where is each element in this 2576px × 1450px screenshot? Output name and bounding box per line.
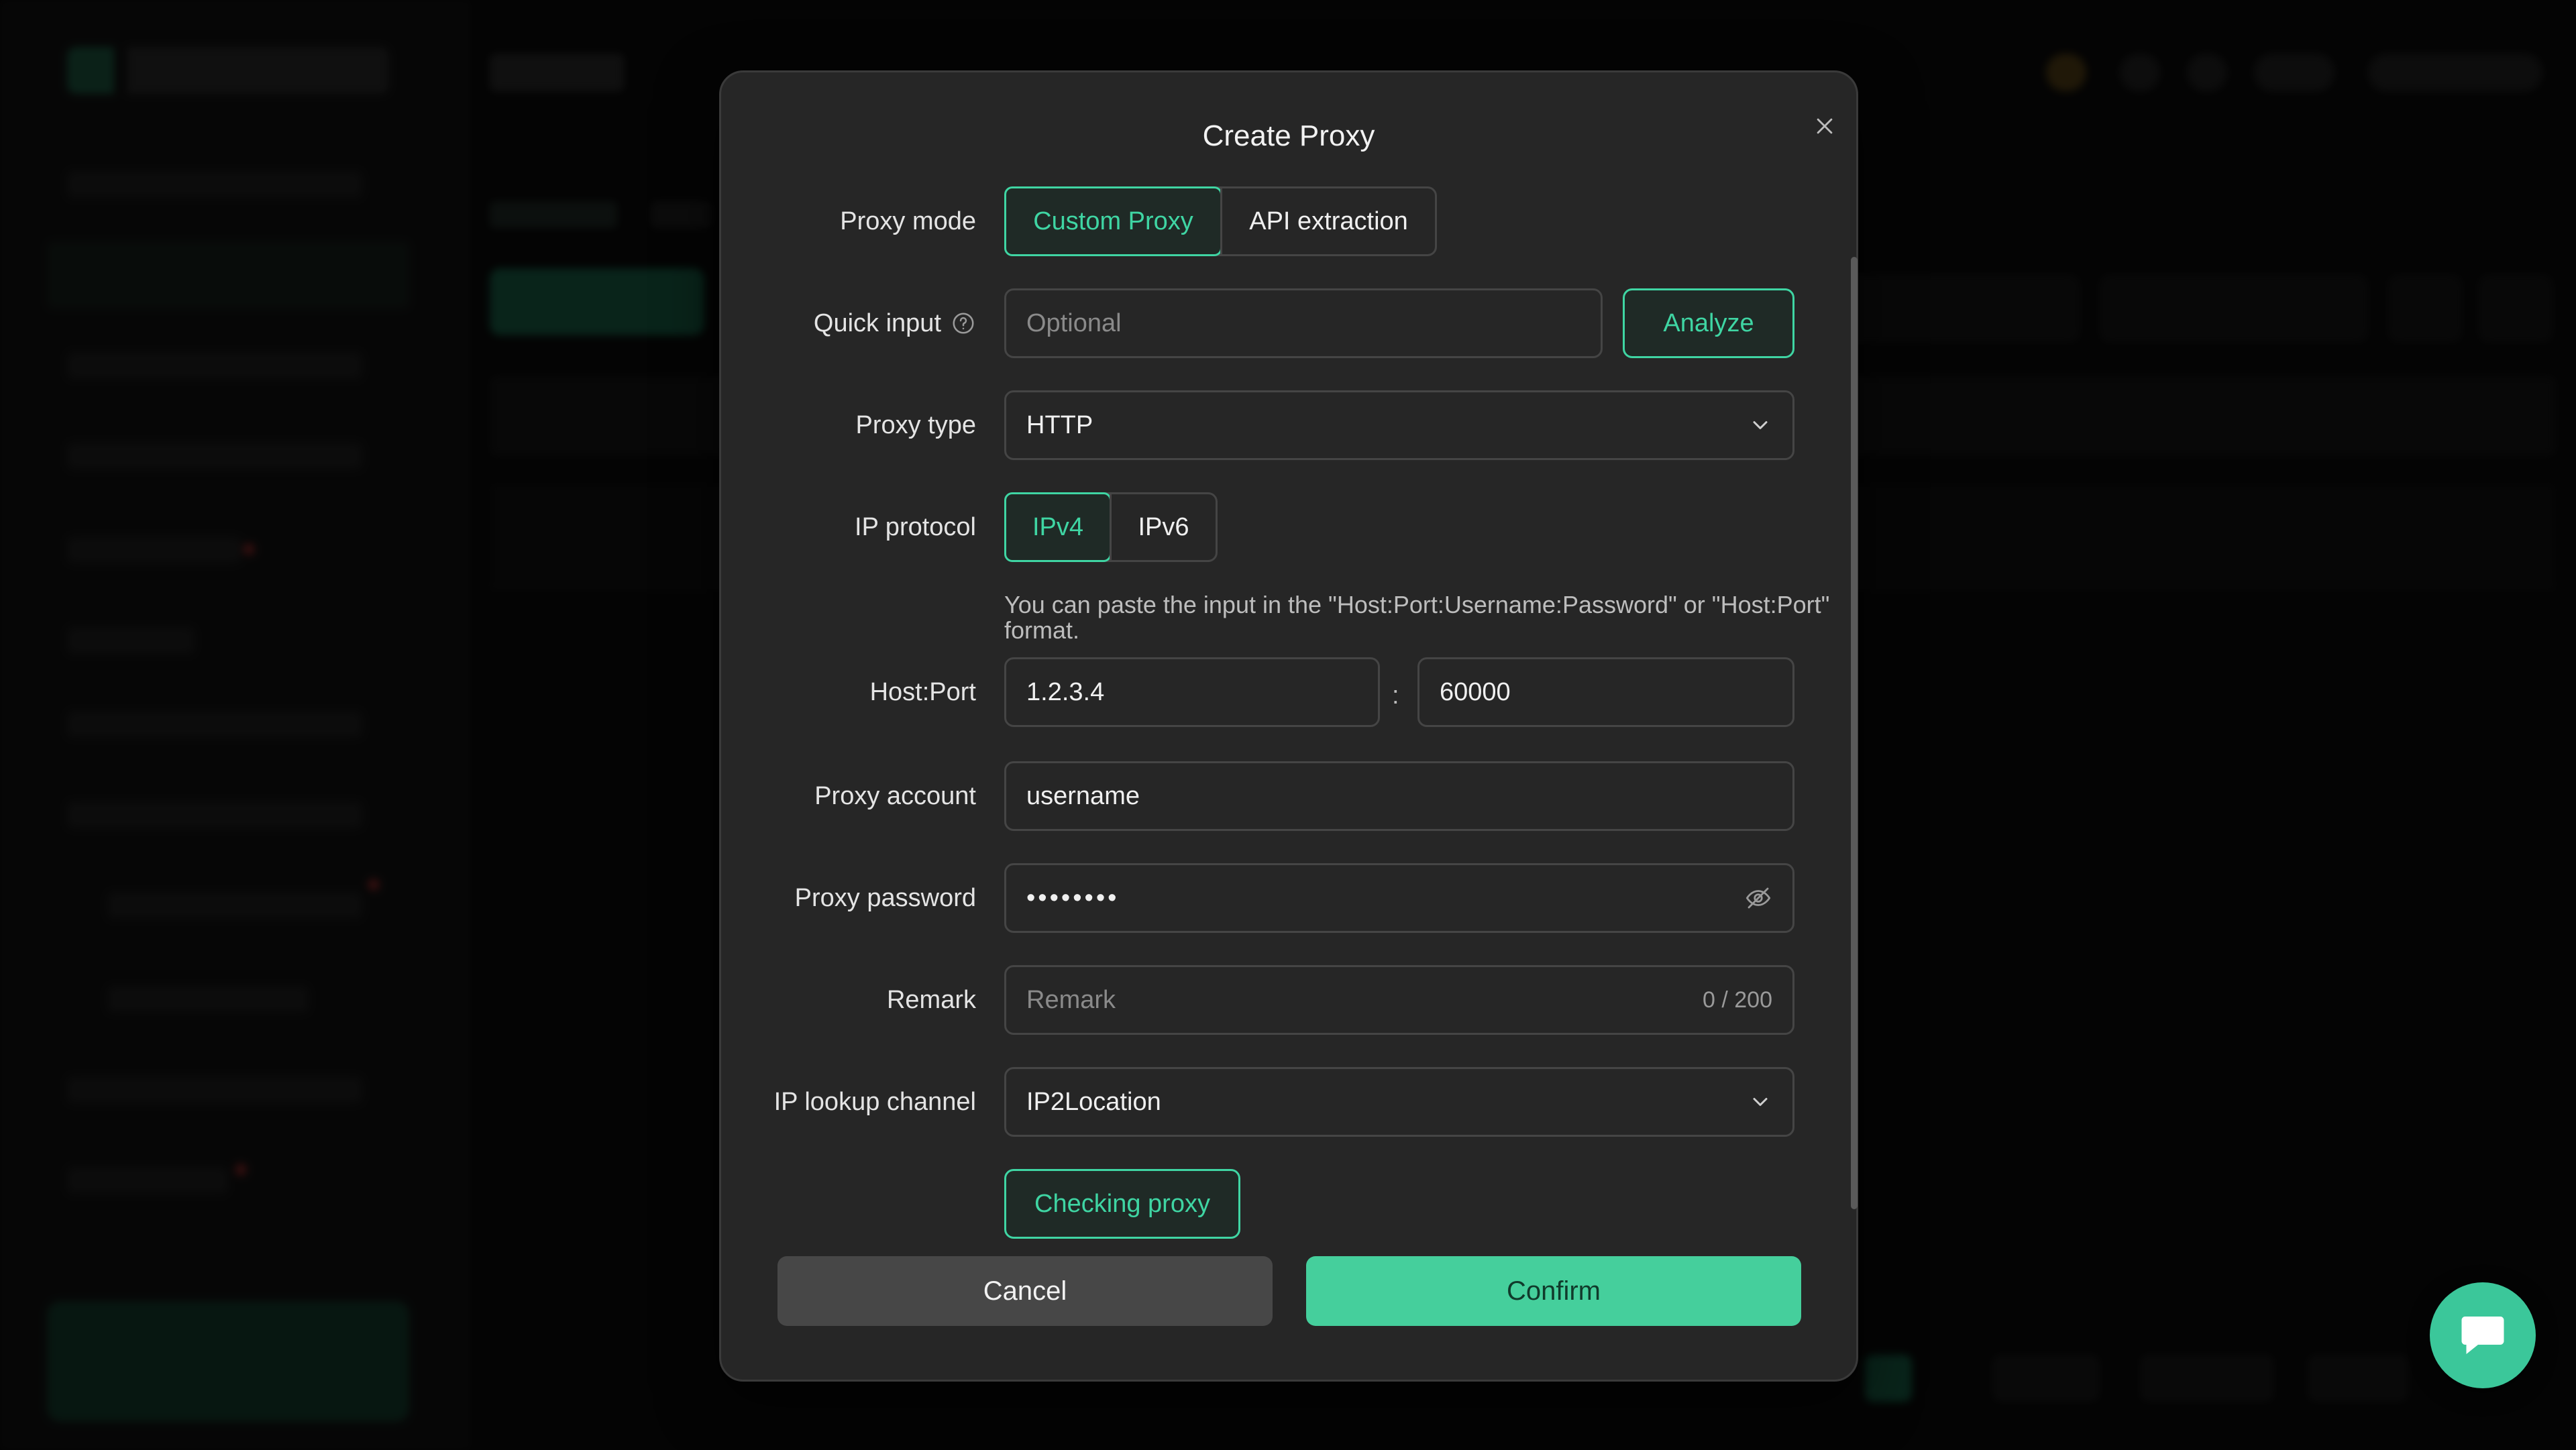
eye-off-icon[interactable] <box>1744 884 1772 912</box>
proxy-mode-segmented: Custom Proxy API extraction <box>1004 186 1437 256</box>
remark-counter: 0 / 200 <box>1703 987 1772 1013</box>
ip-protocol-segmented: IPv4 IPv6 <box>1004 492 1218 562</box>
remark-label: Remark <box>886 985 976 1014</box>
proxy-account-input[interactable]: username <box>1004 761 1794 831</box>
quick-input-field[interactable]: Optional <box>1004 288 1603 358</box>
analyze-button[interactable]: Analyze <box>1623 288 1794 358</box>
close-icon <box>1817 118 1833 134</box>
chat-support-button[interactable] <box>2430 1282 2536 1388</box>
ip-lookup-value: IP2Location <box>1026 1087 1161 1116</box>
chevron-down-icon <box>1753 421 1768 429</box>
question-circle-icon[interactable] <box>951 311 976 336</box>
quick-input-placeholder: Optional <box>1026 309 1122 337</box>
ipv4-option[interactable]: IPv4 <box>1004 492 1112 562</box>
host-format-hint: You can paste the input in the "Host:Por… <box>1004 591 1830 644</box>
api-extraction-option[interactable]: API extraction <box>1220 188 1435 254</box>
create-proxy-dialog: Create Proxy Proxy mode Custom Proxy API… <box>719 70 1858 1382</box>
dialog-title: Create Proxy <box>1202 119 1375 152</box>
host-input[interactable]: 1.2.3.4 <box>1004 657 1380 727</box>
dialog-scrollbar[interactable] <box>1851 186 1858 1219</box>
confirm-button[interactable]: Confirm <box>1306 1256 1801 1326</box>
custom-proxy-option[interactable]: Custom Proxy <box>1004 186 1222 256</box>
chevron-down-icon <box>1753 1098 1768 1106</box>
ipv6-option[interactable]: IPv6 <box>1110 494 1216 560</box>
proxy-type-label: Proxy type <box>855 410 976 439</box>
proxy-mode-label: Proxy mode <box>840 207 976 235</box>
host-port-separator: : <box>1392 681 1399 710</box>
proxy-type-select[interactable]: HTTP <box>1004 390 1794 460</box>
port-value: 60000 <box>1440 677 1511 706</box>
remark-input[interactable]: Remark 0 / 200 <box>1004 965 1794 1035</box>
proxy-account-label: Proxy account <box>814 781 976 810</box>
close-button[interactable] <box>1794 96 1855 156</box>
proxy-password-value: •••••••• <box>1026 883 1120 912</box>
checking-proxy-button[interactable]: Checking proxy <box>1004 1169 1240 1239</box>
chat-bubble-icon <box>2461 1317 2504 1354</box>
port-input[interactable]: 60000 <box>1417 657 1794 727</box>
remark-placeholder: Remark <box>1026 985 1116 1014</box>
proxy-password-input[interactable]: •••••••• <box>1004 863 1794 933</box>
ip-lookup-label: IP lookup channel <box>773 1087 976 1116</box>
proxy-password-label: Proxy password <box>794 883 976 912</box>
quick-input-label: Quick input <box>814 288 976 358</box>
cancel-button[interactable]: Cancel <box>777 1256 1273 1326</box>
ip-protocol-label: IP protocol <box>855 512 976 541</box>
scrollbar-thumb[interactable] <box>1851 257 1858 1209</box>
proxy-account-value: username <box>1026 781 1140 810</box>
host-port-label: Host:Port <box>869 677 976 706</box>
ip-lookup-select[interactable]: IP2Location <box>1004 1067 1794 1137</box>
host-value: 1.2.3.4 <box>1026 677 1105 706</box>
proxy-type-value: HTTP <box>1026 410 1093 439</box>
